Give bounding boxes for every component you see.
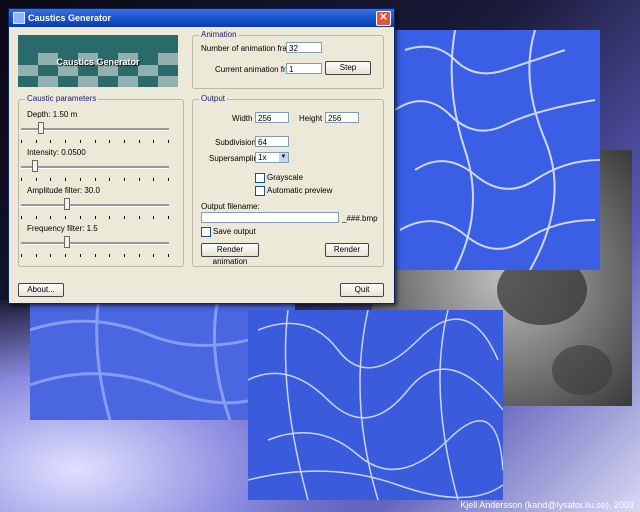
frequency-label: Frequency filter: 1.5 [27, 224, 98, 233]
quit-button[interactable]: Quit [340, 283, 384, 297]
amplitude-ticks [21, 216, 169, 219]
output-group: Output Width 256 Height 256 Subdivisions… [192, 94, 384, 267]
frequency-ticks [21, 254, 169, 257]
amplitude-slider[interactable] [21, 196, 169, 214]
title-bar[interactable]: Caustics Generator ✕ [9, 9, 394, 27]
frequency-slider[interactable] [21, 234, 169, 252]
intensity-ticks [21, 178, 169, 181]
intensity-slider[interactable] [21, 158, 169, 176]
current-frame-input[interactable]: 1 [286, 63, 322, 74]
window-title: Caustics Generator [28, 13, 112, 23]
render-button[interactable]: Render [325, 243, 369, 257]
grayscale-label: Grayscale [267, 173, 304, 182]
preview-logo-image: Caustics Generator [18, 35, 178, 87]
app-icon [13, 12, 25, 24]
step-button[interactable]: Step [325, 61, 371, 75]
preview-title: Caustics Generator [56, 57, 140, 67]
caustic-image-top-right [395, 30, 600, 270]
frames-input[interactable]: 32 [286, 42, 322, 53]
supersampling-select[interactable]: 1x ▼ [255, 152, 289, 163]
automatic-preview-checkbox[interactable] [255, 186, 265, 196]
caustic-parameters-group: Caustic parameters Depth: 1.50 m Intensi… [18, 94, 184, 267]
output-filename-label: Output filename: [201, 202, 260, 211]
caustic-parameters-title: Caustic parameters [25, 94, 99, 103]
width-input[interactable]: 256 [255, 112, 289, 123]
caustic-image-bottom-center [248, 310, 503, 500]
caustics-generator-window: Caustics Generator ✕ Caustics Generator … [8, 8, 395, 304]
intensity-label: Intensity: 0.0500 [27, 148, 86, 157]
output-filename-input[interactable] [201, 212, 339, 223]
about-button[interactable]: About... [18, 283, 64, 297]
animation-group-title: Animation [199, 30, 239, 39]
width-label: Width [232, 114, 253, 123]
depth-label: Depth: 1.50 m [27, 110, 78, 119]
filename-suffix: _###.bmp [342, 214, 378, 223]
save-output-checkbox[interactable] [201, 227, 211, 237]
automatic-preview-label: Automatic preview [267, 186, 333, 195]
subdivisions-label: Subdivisions [215, 138, 260, 147]
height-input[interactable]: 256 [325, 112, 359, 123]
chevron-down-icon[interactable]: ▼ [279, 153, 288, 162]
output-group-title: Output [199, 94, 228, 103]
supersampling-value: 1x [258, 153, 267, 162]
author-credit: Kjell Andersson (kand@lysator.liu.se), 2… [460, 500, 634, 510]
save-output-label: Save output [213, 227, 256, 236]
render-animation-button[interactable]: Render animation [201, 243, 259, 266]
close-icon[interactable]: ✕ [376, 10, 391, 26]
animation-group: Animation Number of animation frames 32 … [192, 30, 384, 89]
amplitude-label: Amplitude filter: 30.0 [27, 186, 100, 195]
grayscale-checkbox[interactable] [255, 173, 265, 183]
depth-ticks [21, 140, 169, 143]
height-label: Height [299, 114, 323, 123]
subdivisions-input[interactable]: 64 [255, 136, 289, 147]
depth-slider[interactable] [21, 120, 169, 138]
